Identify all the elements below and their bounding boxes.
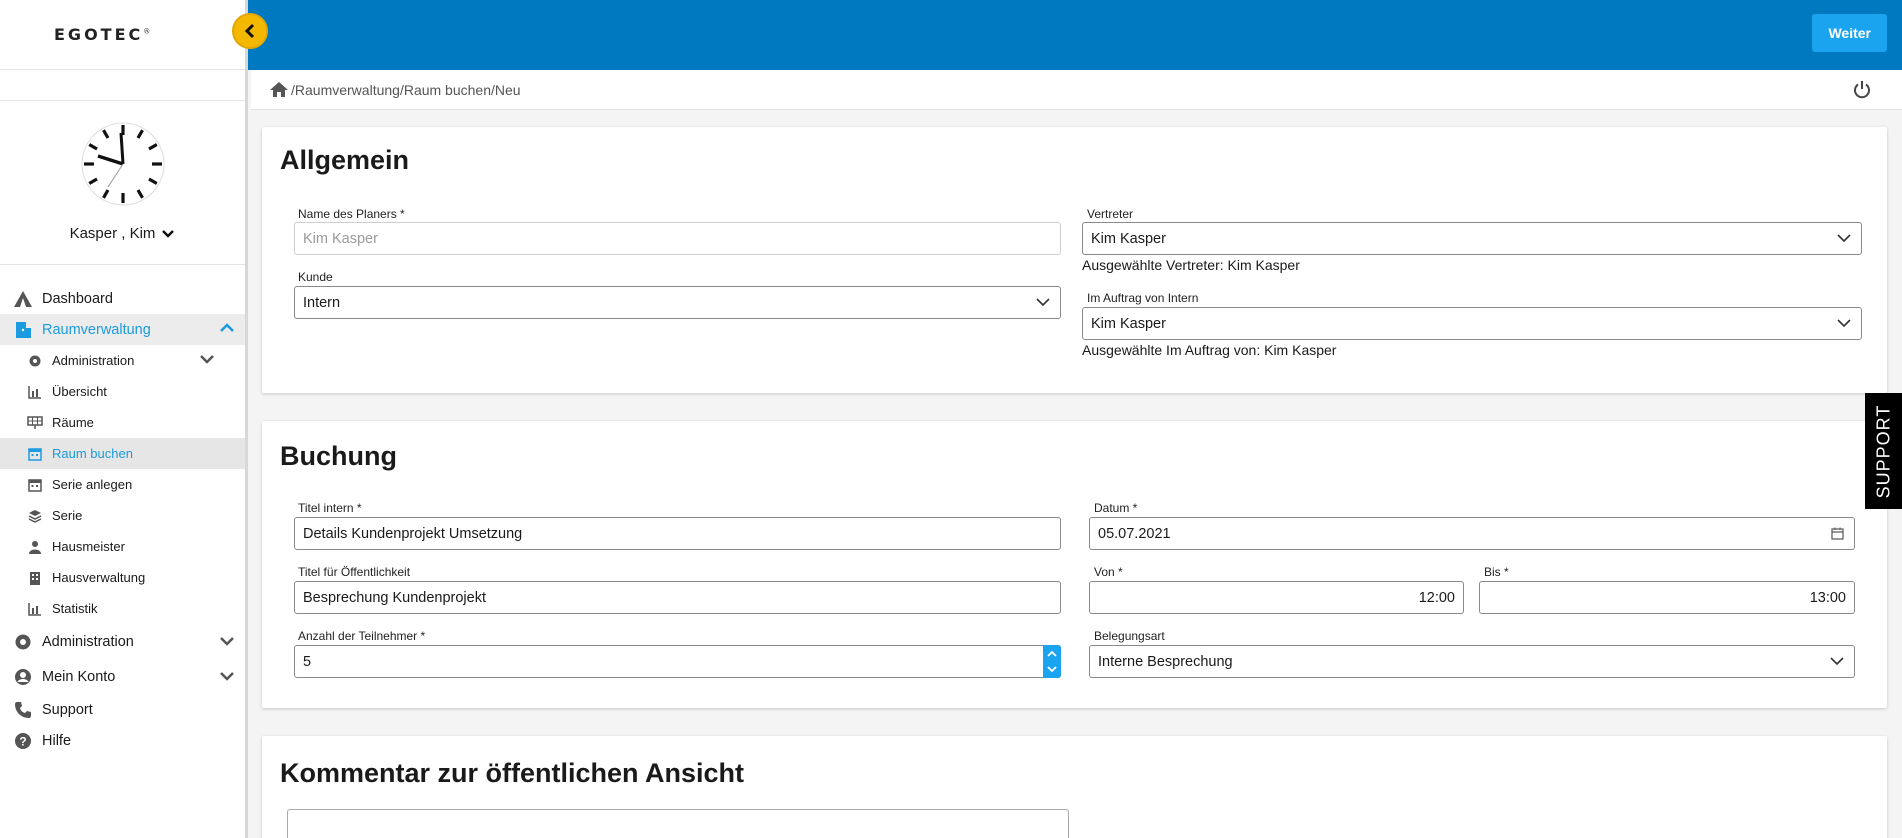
- kunde-select[interactable]: Intern: [294, 286, 1061, 319]
- von-input[interactable]: 12:00: [1089, 581, 1464, 614]
- chevron-down-icon: [220, 672, 234, 681]
- account-circle-icon: [12, 666, 34, 688]
- logo-area: EGOTEC®: [0, 0, 245, 70]
- titel-oeff-label: Titel für Öffentlichkeit: [298, 565, 411, 579]
- chart-icon: [27, 601, 43, 617]
- calendar-icon: [27, 477, 43, 493]
- solar-panel-icon: [27, 415, 43, 431]
- sidebar-item-administration[interactable]: Administration: [0, 624, 245, 659]
- card-kommentar: Kommentar zur öffentlichen Ansicht: [262, 736, 1887, 838]
- chevron-down-icon: [162, 229, 175, 238]
- sidebar-subitem-raeume[interactable]: Räume: [0, 407, 245, 438]
- von-label: Von *: [1094, 565, 1123, 579]
- building-icon: [27, 570, 43, 586]
- chevron-down-icon: [1830, 657, 1844, 666]
- clock-icon: [81, 122, 165, 206]
- vertreter-hint: Ausgewählte Vertreter: Kim Kasper: [1082, 257, 1300, 273]
- sidebar-subitem-hausverwaltung[interactable]: Hausverwaltung: [0, 562, 245, 593]
- bis-label: Bis *: [1484, 565, 1509, 579]
- datum-label: Datum *: [1094, 501, 1138, 515]
- belegung-select[interactable]: Interne Besprechung: [1089, 645, 1855, 678]
- sidebar-subitem-raum-buchen[interactable]: Raum buchen: [0, 438, 245, 469]
- svg-text:?: ?: [19, 734, 26, 748]
- kommentar-textarea[interactable]: [287, 809, 1069, 838]
- calendar-icon: [27, 446, 43, 462]
- user-box: Kasper , Kim: [0, 100, 245, 265]
- auftrag-label: Im Auftrag von Intern: [1087, 291, 1199, 305]
- sidebar-subitem-serie-anlegen[interactable]: Serie anlegen: [0, 469, 245, 500]
- card-allgemein: Allgemein Name des Planers * Kim Kasper …: [262, 127, 1887, 393]
- sidebar-collapse-button[interactable]: [232, 13, 268, 49]
- section-title: Allgemein: [280, 145, 410, 175]
- logo[interactable]: EGOTEC®: [54, 25, 150, 44]
- sidebar-subitem-administration[interactable]: Administration: [0, 345, 245, 376]
- teilnehmer-input[interactable]: 5: [294, 645, 1061, 678]
- breadcrumb: /Raumverwaltung/Raum buchen/Neu: [251, 70, 1902, 110]
- user-menu[interactable]: Kasper , Kim: [0, 225, 245, 242]
- chevron-down-icon: [1837, 319, 1851, 328]
- user-name: Kasper , Kim: [69, 225, 156, 242]
- power-icon[interactable]: [1852, 80, 1872, 103]
- phone-icon: [12, 699, 34, 721]
- chevron-down-icon[interactable]: [1047, 666, 1057, 673]
- chevron-up-icon[interactable]: [1047, 650, 1057, 657]
- sidebar-nav: Dashboard Raumverwaltung Administration …: [0, 283, 245, 756]
- home-icon[interactable]: [269, 81, 289, 98]
- belegung-label: Belegungsart: [1094, 629, 1165, 643]
- section-title: Kommentar zur öffentlichen Ansicht: [280, 758, 745, 788]
- card-buchung: Buchung Titel intern * Details Kundenpro…: [262, 421, 1887, 708]
- sidebar-subitem-uebersicht[interactable]: Übersicht: [0, 376, 245, 407]
- help-icon: ?: [12, 730, 34, 752]
- section-title: Buchung: [280, 441, 397, 471]
- titel-intern-input[interactable]: Details Kundenprojekt Umsetzung: [294, 517, 1061, 550]
- chevron-left-icon: [244, 23, 255, 39]
- person-icon: [27, 539, 43, 555]
- layers-icon: [27, 508, 43, 524]
- top-bar: Weiter: [248, 0, 1902, 70]
- sidebar-item-hilfe[interactable]: ? Hilfe: [0, 725, 245, 756]
- sidebar-item-support[interactable]: Support: [0, 694, 245, 725]
- sidebar-item-mein-konto[interactable]: Mein Konto: [0, 659, 245, 694]
- chevron-up-icon: [220, 323, 234, 332]
- titel-oeff-input[interactable]: Besprechung Kundenprojekt: [294, 581, 1061, 614]
- tent-icon: [12, 288, 34, 310]
- chevron-down-icon: [1837, 234, 1851, 243]
- chevron-down-icon: [220, 637, 234, 646]
- vertreter-label: Vertreter: [1087, 207, 1134, 221]
- auftrag-select[interactable]: Kim Kasper: [1082, 307, 1862, 340]
- datum-input[interactable]: 05.07.2021: [1089, 517, 1855, 550]
- sidebar-subitem-hausmeister[interactable]: Hausmeister: [0, 531, 245, 562]
- teilnehmer-label: Anzahl der Teilnehmer *: [298, 629, 426, 643]
- sidebar-subitem-statistik[interactable]: Statistik: [0, 593, 245, 624]
- sidebar-item-raumverwaltung[interactable]: Raumverwaltung: [0, 314, 245, 345]
- auftrag-hint: Ausgewählte Im Auftrag von: Kim Kasper: [1082, 342, 1337, 358]
- chart-icon: [27, 384, 43, 400]
- bis-input[interactable]: 13:00: [1479, 581, 1855, 614]
- number-spinner[interactable]: [1043, 645, 1061, 678]
- support-tab[interactable]: SUPPORT: [1865, 393, 1902, 509]
- door-icon: [12, 319, 34, 341]
- gear-icon: [27, 353, 43, 369]
- sidebar-item-dashboard[interactable]: Dashboard: [0, 283, 245, 314]
- gear-icon: [12, 631, 34, 653]
- planer-label: Name des Planers *: [298, 207, 405, 221]
- chevron-down-icon: [200, 355, 214, 364]
- titel-intern-label: Titel intern *: [298, 501, 362, 515]
- calendar-icon[interactable]: [1831, 527, 1844, 540]
- kunde-label: Kunde: [298, 270, 333, 284]
- breadcrumb-path[interactable]: /Raumverwaltung/Raum buchen/Neu: [291, 82, 521, 98]
- sidebar: EGOTEC® Kasper , Kim Dashboard Raumverwa…: [0, 0, 248, 838]
- vertreter-select[interactable]: Kim Kasper: [1082, 222, 1862, 255]
- chevron-down-icon: [1036, 298, 1050, 307]
- sidebar-subitem-serie[interactable]: Serie: [0, 500, 245, 531]
- planer-field: Kim Kasper: [294, 222, 1061, 255]
- next-button[interactable]: Weiter: [1812, 14, 1887, 52]
